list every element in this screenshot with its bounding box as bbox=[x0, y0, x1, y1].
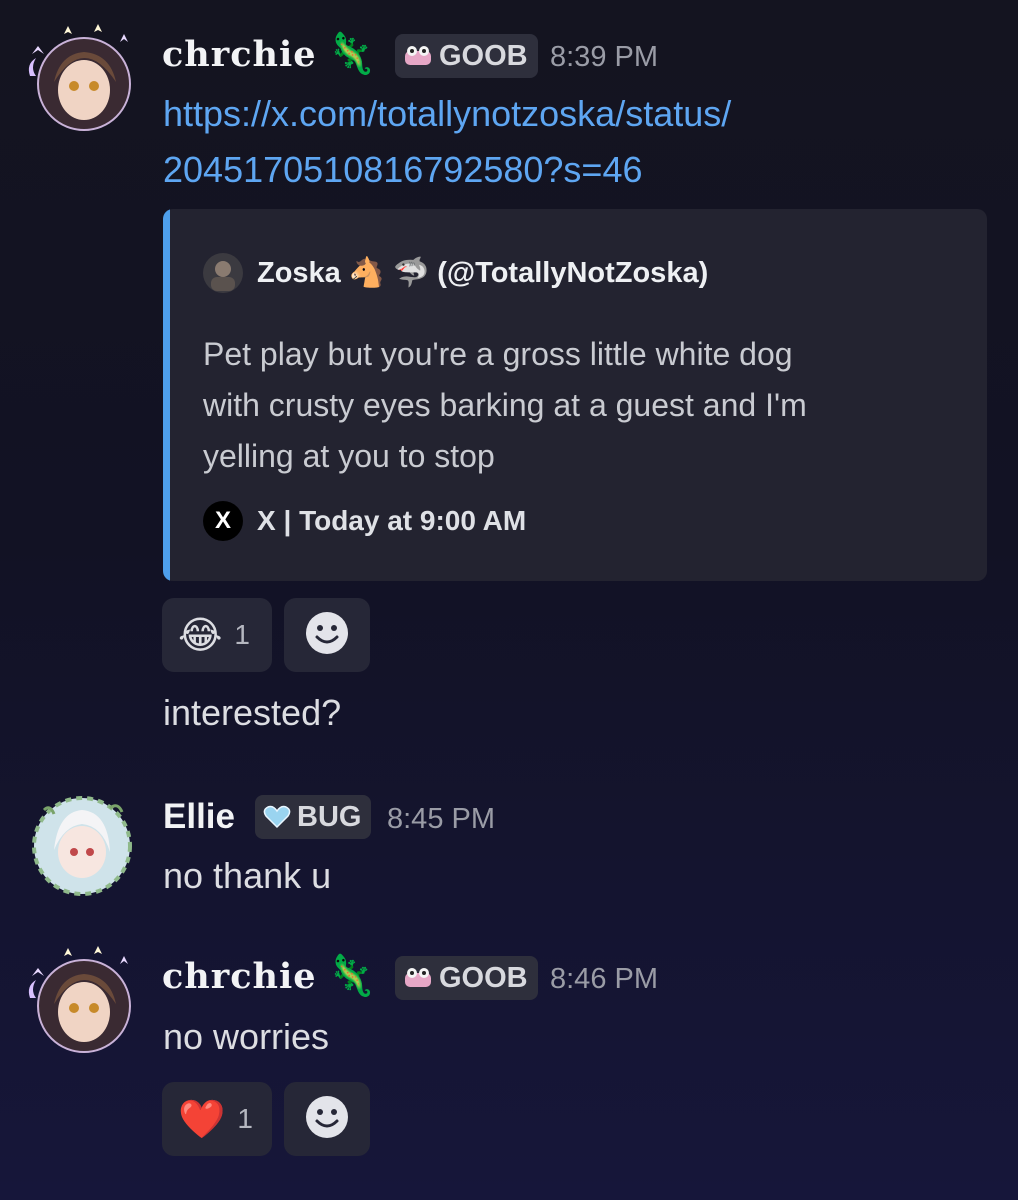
message-text: interested? bbox=[163, 692, 342, 733]
smiley-add-reaction-icon bbox=[305, 1095, 349, 1143]
add-reaction-button[interactable] bbox=[284, 1082, 370, 1156]
embed-author-name: Zoska 🐴 🦈 (@TotallyNotZoska) bbox=[257, 257, 709, 289]
embed-description: Pet play but you're a gross little white… bbox=[203, 329, 807, 482]
embed-author[interactable]: Zoska 🐴 🦈 (@TotallyNotZoska) bbox=[203, 253, 708, 293]
avatar-decoration-stars bbox=[28, 946, 131, 1053]
avatar-ellie-image bbox=[32, 796, 132, 896]
role-tag-label: BUG bbox=[297, 800, 362, 833]
embed-author-avatar bbox=[203, 253, 243, 293]
smiley-add-reaction-icon bbox=[305, 611, 349, 659]
link-line-2[interactable]: 2045170510816792580?s=46 bbox=[163, 142, 731, 198]
avatar-ellie[interactable] bbox=[24, 790, 132, 898]
lizard-emoji: 🦎 bbox=[326, 31, 376, 77]
lizard-emoji: 🦎 bbox=[326, 953, 376, 999]
timestamp[interactable]: 8:39 PM bbox=[550, 41, 658, 74]
frog-icon bbox=[403, 967, 433, 989]
embed-description-line: Pet play but you're a gross little white… bbox=[203, 336, 793, 372]
message-text: no thank u bbox=[163, 855, 332, 896]
embed-description-line: yelling at you to stop bbox=[203, 438, 495, 474]
blue-heart-icon bbox=[263, 805, 291, 829]
author-name[interactable]: chrchie bbox=[162, 34, 317, 75]
x-logo-icon: X bbox=[203, 501, 243, 541]
message-text: no worries bbox=[163, 1016, 330, 1057]
link-line-1[interactable]: https://x.com/totallynotzoska/status/ bbox=[163, 86, 731, 142]
embed-description-line: with crusty eyes barking at a guest and … bbox=[203, 387, 807, 423]
frog-icon bbox=[403, 45, 433, 67]
laughing-emoji-icon: 😂 bbox=[178, 613, 223, 657]
author-name[interactable]: chrchie bbox=[162, 956, 317, 997]
timestamp[interactable]: 8:45 PM bbox=[387, 803, 495, 836]
author-name[interactable]: Ellie bbox=[163, 797, 235, 837]
message-link[interactable]: https://x.com/totallynotzoska/status/ 20… bbox=[163, 86, 731, 198]
avatar-chrchie[interactable] bbox=[24, 946, 132, 1054]
reaction-laughing[interactable]: 😂 1 bbox=[162, 598, 272, 672]
avatar-chrchie[interactable] bbox=[24, 24, 132, 132]
role-tag-goob[interactable]: GOOB bbox=[395, 956, 538, 1000]
role-tag-label: GOOB bbox=[439, 961, 528, 994]
reaction-heart[interactable]: ❤️ 1 bbox=[162, 1082, 272, 1156]
timestamp[interactable]: 8:46 PM bbox=[550, 963, 658, 996]
avatar-decoration-stars bbox=[28, 24, 131, 131]
add-reaction-button[interactable] bbox=[284, 598, 370, 672]
role-tag-label: GOOB bbox=[439, 39, 528, 72]
heart-emoji-icon: ❤️ bbox=[178, 1096, 226, 1141]
role-tag-goob[interactable]: GOOB bbox=[395, 34, 538, 78]
reaction-count: 1 bbox=[234, 619, 250, 650]
reaction-count: 1 bbox=[237, 1103, 253, 1134]
embed-accent-bar bbox=[163, 209, 170, 581]
role-tag-bug[interactable]: BUG bbox=[255, 795, 372, 839]
embed-footer-text: X | Today at 9:00 AM bbox=[257, 505, 527, 536]
embed-footer: X X | Today at 9:00 AM bbox=[203, 501, 526, 541]
link-embed: Zoska 🐴 🦈 (@TotallyNotZoska) Pet play bu… bbox=[163, 209, 987, 581]
